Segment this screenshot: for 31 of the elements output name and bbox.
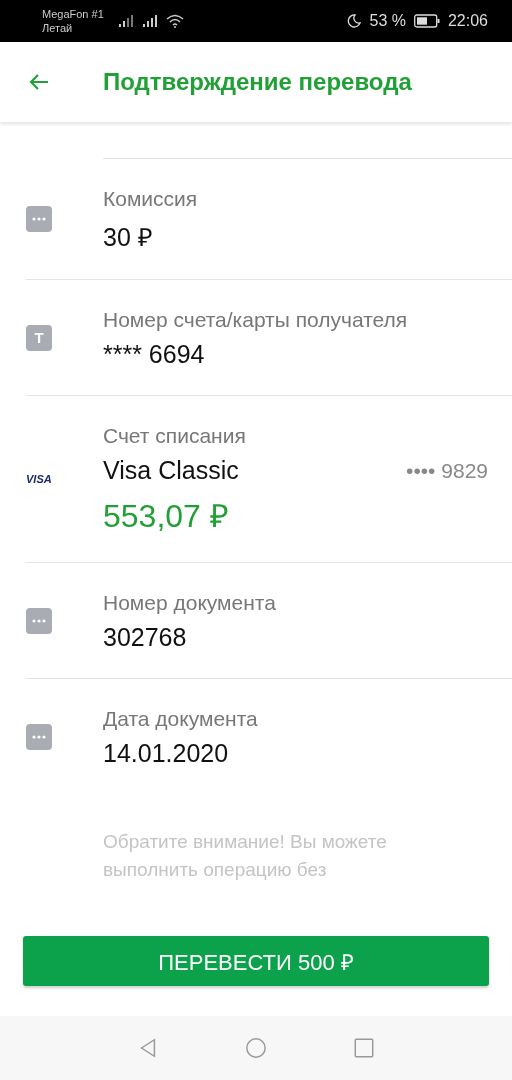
clock: 22:06 [447,12,488,30]
signal-icon [117,14,134,28]
card-number: •••• 9829 [406,458,488,483]
carrier-name: MegaFon #1 [42,7,104,21]
battery-percent: 53 % [369,12,406,30]
card-balance: 553,07 ₽ [103,497,230,536]
carrier-note: Летай [42,21,74,35]
field-label: Дата документа [103,707,259,731]
field-value: 30 ₽ [103,222,154,253]
field-label: Номер счета/карты получателя [103,308,409,332]
dots-icon [26,607,52,634]
home-nav-icon[interactable] [245,1037,267,1059]
field-label: Комиссия [103,187,199,211]
dots-icon [26,723,52,750]
field-label: Номер документа [103,591,277,615]
signal-icon [141,14,158,28]
recents-nav-icon[interactable] [353,1037,375,1059]
notice-text: Обратите внимание! Вы можете выполнить операцию без [103,830,388,882]
dots-icon [26,206,52,232]
field-label: Счет списания [103,424,247,448]
screen-title: Подтверждение перевода [103,68,412,96]
moon-icon [347,14,362,28]
field-value: 14.01.2020 [103,739,230,768]
battery-icon [413,14,440,28]
field-value: 302768 [103,623,188,652]
transfer-button[interactable]: ПЕРЕВЕСТИ 500 ₽ [23,936,489,986]
field-value: **** 6694 [103,340,206,369]
card-name: Visa Classic [103,456,239,485]
letter-icon: T [26,324,52,351]
card-logo: VISA [26,473,52,485]
wifi-icon [165,14,184,28]
